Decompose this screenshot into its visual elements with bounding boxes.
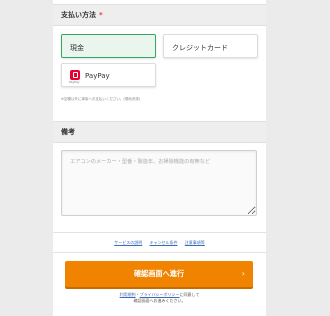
- payment-note: ※空欄以外に事後へお支払いください。(現地決済): [61, 97, 141, 101]
- privacy-policy-link[interactable]: プライバシーポリシー: [140, 292, 180, 297]
- payment-section-title: 支払い方法 *: [61, 11, 103, 19]
- confirm-button-label: 確認画面へ進行: [133, 269, 185, 278]
- payment-option-label: 現金: [70, 44, 84, 52]
- remarks-textarea[interactable]: [61, 150, 257, 216]
- proceed-to-confirm-button[interactable]: 確認画面へ進行 ›: [65, 261, 253, 287]
- payment-section-header: 支払い方法 *: [53, 4, 266, 26]
- chevron-right-icon: ›: [241, 269, 245, 278]
- remarks-section-header: 備考: [53, 121, 266, 143]
- remarks-section-title: 備考: [61, 128, 75, 136]
- paypay-logo-caption: PayPay: [69, 80, 80, 84]
- payment-option-credit-card[interactable]: クレジットカード: [163, 34, 258, 58]
- agreement-text: 利用規約・プライバシーポリシーに同意して 確認画面へお進みください。: [119, 292, 200, 303]
- payment-option-paypay[interactable]: PayPay PayPay: [61, 63, 156, 87]
- cancellation-policy-link[interactable]: キャンセル条件: [150, 240, 178, 245]
- required-mark: *: [99, 11, 103, 19]
- notes-link[interactable]: 注意事項等: [185, 240, 205, 245]
- payment-option-label: クレジットカード: [172, 44, 228, 52]
- booking-form-card: 支払い方法 * 現金 クレジットカード PayPay PayPay ※空欄以外に事…: [53, 0, 266, 316]
- divider: [53, 232, 266, 233]
- payment-option-cash[interactable]: 現金: [61, 34, 156, 58]
- service-description-link[interactable]: サービスの説明: [114, 240, 142, 245]
- paypay-logo-icon: [70, 70, 80, 80]
- footer-links: サービスの説明 キャンセル条件 注意事項等: [53, 240, 266, 246]
- payment-option-label: PayPay: [85, 72, 110, 80]
- terms-link[interactable]: 利用規約: [120, 292, 136, 297]
- divider: [53, 252, 266, 253]
